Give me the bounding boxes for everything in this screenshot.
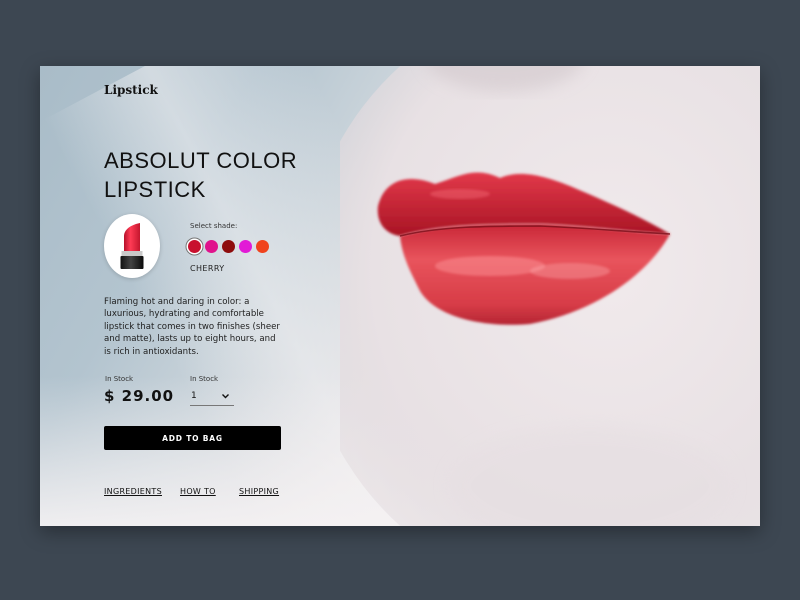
lipstick-icon [120,223,144,269]
product-page: Lipstick ABSOLUT COLOR LIPSTICK Select s… [40,66,760,526]
product-details: Lipstick ABSOLUT COLOR LIPSTICK Select s… [40,66,760,526]
quantity-select[interactable]: 1 [190,389,234,406]
product-title-line2: LIPSTICK [104,177,206,202]
quantity-stock-label: In Stock [190,375,219,383]
shade-swatches [188,240,269,253]
add-to-bag-button[interactable]: ADD TO BAG [104,426,281,450]
price-value: $ 29.00 [104,387,175,405]
quantity-value: 1 [191,391,197,401]
selected-shade-name: CHERRY [190,264,225,273]
link-how-to[interactable]: HOW TO [180,487,216,496]
swatch-dark-red[interactable] [222,240,235,253]
info-links: INGREDIENTS HOW TO SHIPPING [104,487,354,499]
swatch-fuchsia[interactable] [239,240,252,253]
product-title-line1: ABSOLUT COLOR [104,148,298,173]
link-shipping[interactable]: SHIPPING [239,487,279,496]
swatch-magenta[interactable] [205,240,218,253]
brand-logo[interactable]: Lipstick [104,83,158,97]
select-shade-label: Select shade: [190,222,238,230]
link-ingredients[interactable]: INGREDIENTS [104,487,162,496]
product-thumbnail [104,214,160,278]
swatch-orange-red[interactable] [256,240,269,253]
product-title: ABSOLUT COLOR LIPSTICK [104,146,344,204]
chevron-down-icon [222,394,229,399]
product-description: Flaming hot and daring in color: a luxur… [104,297,280,357]
price-stock-label: In Stock [105,375,134,383]
swatch-cherry[interactable] [188,240,201,253]
